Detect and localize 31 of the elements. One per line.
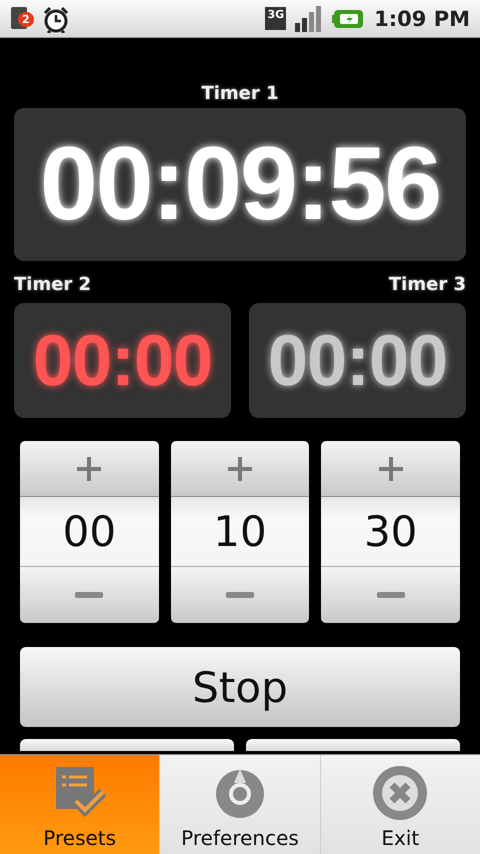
plus-icon [75, 454, 104, 482]
increment-button[interactable] [170, 441, 310, 497]
timer-display: 00:00 [268, 320, 448, 402]
decrement-button[interactable] [321, 566, 460, 623]
menu-item[interactable]: Preferences [159, 755, 320, 854]
decrement-button[interactable] [170, 566, 310, 623]
minus-icon [75, 592, 104, 598]
checklist-icon [54, 765, 106, 819]
menu-item[interactable]: Exit [320, 755, 480, 854]
timer-label: Timer 2 [14, 273, 92, 297]
stop-button[interactable]: Stop [20, 647, 460, 727]
status-time: 1:09 PM [374, 6, 470, 30]
number-field[interactable]: 30 [321, 497, 460, 566]
timer-display: 00:09:56 [40, 125, 440, 244]
timer-display: 00:00 [32, 320, 212, 402]
plus-icon [226, 454, 254, 482]
increment-button[interactable] [321, 441, 460, 497]
number-field[interactable]: 10 [170, 497, 310, 566]
battery-icon [332, 8, 364, 28]
decrement-button[interactable] [20, 566, 159, 623]
alarm-clock-icon [42, 4, 70, 32]
number-field[interactable]: 00 [20, 497, 159, 566]
network-type-indicator: 3G [265, 7, 286, 30]
minus-icon [226, 592, 254, 598]
minus-icon [376, 592, 405, 598]
close-icon [372, 765, 428, 821]
increment-button[interactable] [20, 441, 159, 497]
timer-label: Timer 1 [200, 82, 280, 106]
plus-icon [376, 454, 405, 482]
timer-label: Timer 3 [388, 273, 466, 297]
menu-item[interactable]: Presets [0, 755, 160, 854]
